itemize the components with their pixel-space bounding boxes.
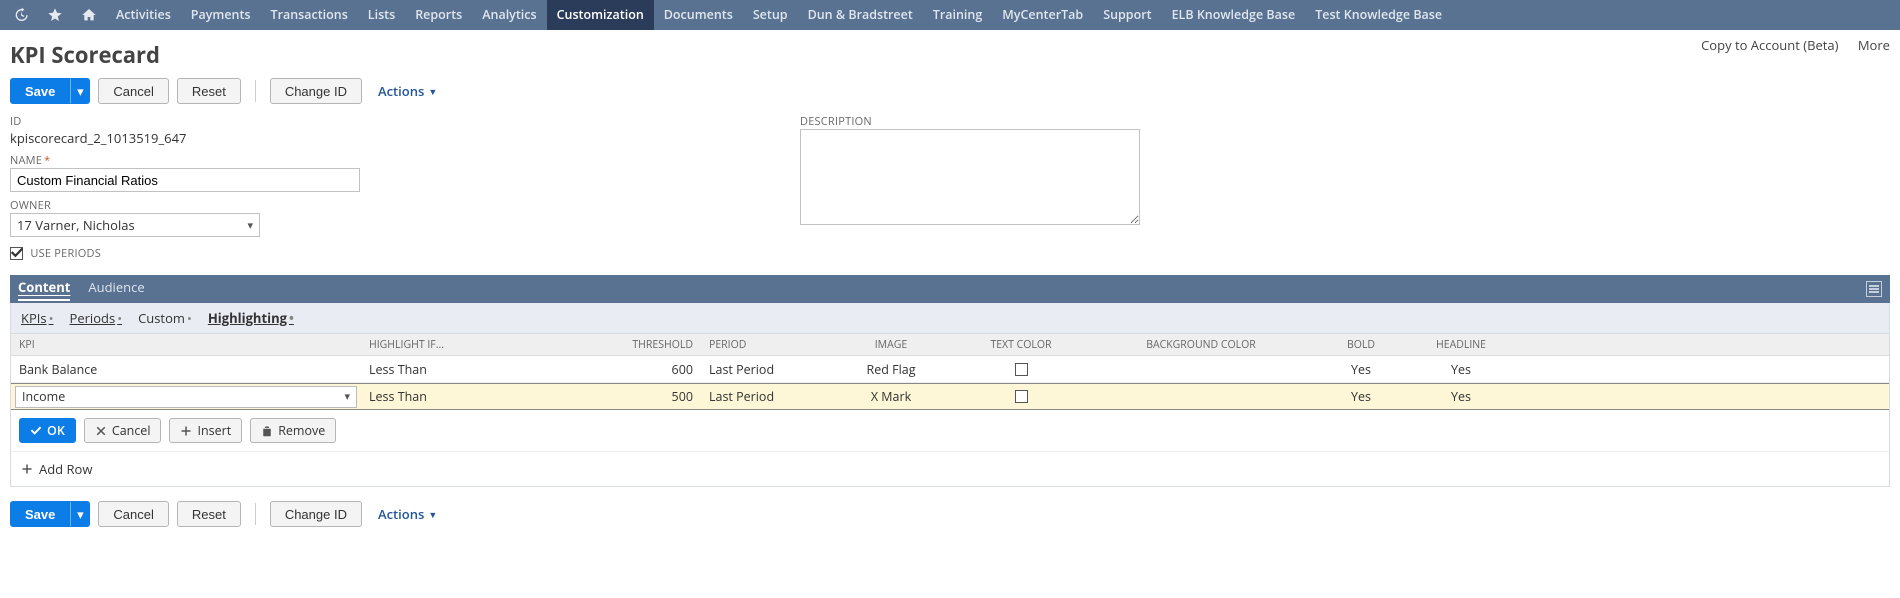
nav-mycentertab[interactable]: MyCenterTab: [992, 0, 1093, 30]
home-icon[interactable]: [72, 0, 106, 30]
name-field[interactable]: [10, 168, 360, 192]
subtab-custom[interactable]: Custom•: [138, 309, 192, 327]
save-dropdown-bottom[interactable]: ▾: [70, 501, 90, 527]
subtab-kpis[interactable]: KPIs•: [21, 309, 54, 327]
cell-highlight-if: Less Than: [361, 361, 611, 378]
col-threshold: THRESHOLD: [611, 338, 701, 352]
row-ok-button[interactable]: OK: [19, 418, 76, 443]
nav-documents[interactable]: Documents: [654, 0, 743, 30]
grid-row[interactable]: Bank Balance Less Than 600 Last Period R…: [11, 356, 1889, 383]
nav-customization[interactable]: Customization: [547, 0, 654, 30]
col-headline: HEADLINE: [1411, 338, 1511, 352]
name-label: NAME*: [10, 153, 780, 168]
form: ID kpiscorecard_2_1013519_647 NAME* OWNE…: [10, 114, 1890, 267]
cell-image: Red Flag: [831, 361, 951, 378]
cell-headline[interactable]: Yes: [1411, 388, 1511, 405]
row-remove-button[interactable]: Remove: [250, 418, 336, 443]
owner-label: OWNER: [10, 198, 780, 213]
id-value: kpiscorecard_2_1013519_647: [10, 129, 780, 147]
col-period: PERIOD: [701, 338, 831, 352]
highlighting-grid: KPI HIGHLIGHT IF... THRESHOLD PERIOD IMA…: [10, 334, 1890, 487]
description-label: DESCRIPTION: [800, 114, 1140, 129]
row-insert-button[interactable]: Insert: [169, 418, 242, 443]
nav-test-kb[interactable]: Test Knowledge Base: [1305, 0, 1452, 30]
cell-headline: Yes: [1411, 361, 1511, 378]
grid-header: KPI HIGHLIGHT IF... THRESHOLD PERIOD IMA…: [11, 334, 1889, 356]
cell-text-color: [951, 363, 1091, 376]
col-text-color: TEXT COLOR: [951, 338, 1091, 352]
subtab-bar: KPIs• Periods• Custom• Highlighting•: [10, 303, 1890, 334]
use-periods-checkbox[interactable]: [10, 247, 23, 260]
actions-menu-bottom[interactable]: Actions▼: [378, 505, 437, 523]
text-color-checkbox[interactable]: [1015, 363, 1028, 376]
actions-menu[interactable]: Actions▼: [378, 82, 437, 100]
nav-payments[interactable]: Payments: [181, 0, 261, 30]
nav-training[interactable]: Training: [923, 0, 993, 30]
cell-image[interactable]: X Mark: [831, 388, 951, 405]
subtab-periods[interactable]: Periods•: [70, 309, 123, 327]
description-field[interactable]: [800, 129, 1140, 225]
top-navigation: Activities Payments Transactions Lists R…: [0, 0, 1900, 30]
copy-to-account-link[interactable]: Copy to Account (Beta): [1701, 36, 1838, 54]
toolbar-separator: [255, 503, 256, 525]
row-action-bar: OK Cancel Insert Remove: [11, 410, 1889, 452]
grid-row-editing[interactable]: Income Less Than 500 Last Period X Mark …: [11, 383, 1889, 410]
nav-transactions[interactable]: Transactions: [261, 0, 358, 30]
cell-text-color: [951, 390, 1091, 403]
cell-highlight-if[interactable]: Less Than: [361, 388, 611, 405]
save-button-bottom[interactable]: Save: [10, 501, 70, 527]
cell-threshold[interactable]: 500: [611, 388, 701, 405]
use-periods-label: USE PERIODS: [30, 246, 101, 261]
nav-elb-kb[interactable]: ELB Knowledge Base: [1162, 0, 1306, 30]
cell-threshold: 600: [611, 361, 701, 378]
cancel-button[interactable]: Cancel: [98, 78, 168, 104]
toolbar-separator: [255, 80, 256, 102]
cell-bold: Yes: [1311, 361, 1411, 378]
reset-button[interactable]: Reset: [177, 78, 241, 104]
col-bold: BOLD: [1311, 338, 1411, 352]
cell-period: Last Period: [701, 361, 831, 378]
tab-content[interactable]: Content: [18, 278, 70, 301]
col-highlight-if: HIGHLIGHT IF...: [361, 338, 611, 352]
cell-kpi-input[interactable]: Income: [15, 386, 357, 408]
cell-period[interactable]: Last Period: [701, 388, 831, 405]
subtab-highlighting[interactable]: Highlighting•: [208, 309, 294, 327]
add-row-button[interactable]: Add Row: [11, 452, 1889, 486]
col-kpi: KPI: [11, 338, 361, 352]
view-switch-icon[interactable]: [1866, 281, 1882, 297]
more-link[interactable]: More: [1858, 36, 1890, 54]
nav-activities[interactable]: Activities: [106, 0, 181, 30]
star-icon[interactable]: [38, 0, 72, 30]
tab-audience[interactable]: Audience: [88, 278, 144, 301]
cell-bold[interactable]: Yes: [1311, 388, 1411, 405]
change-id-button[interactable]: Change ID: [270, 78, 362, 104]
row-cancel-button[interactable]: Cancel: [84, 418, 162, 443]
save-button[interactable]: Save: [10, 78, 70, 104]
owner-select[interactable]: 17 Varner, Nicholas: [10, 213, 260, 237]
bottom-toolbar: Save ▾ Cancel Reset Change ID Actions▼: [10, 501, 1890, 527]
change-id-button-bottom[interactable]: Change ID: [270, 501, 362, 527]
nav-analytics[interactable]: Analytics: [472, 0, 546, 30]
text-color-checkbox[interactable]: [1015, 390, 1028, 403]
save-dropdown[interactable]: ▾: [70, 78, 90, 104]
col-image: IMAGE: [831, 338, 951, 352]
top-toolbar: Save ▾ Cancel Reset Change ID Actions▼: [10, 78, 1890, 104]
section-tabbar: Content Audience: [10, 275, 1890, 303]
cell-kpi: Bank Balance: [11, 361, 361, 378]
cancel-button-bottom[interactable]: Cancel: [98, 501, 168, 527]
nav-dnb[interactable]: Dun & Bradstreet: [798, 0, 923, 30]
page-title: KPI Scorecard: [10, 40, 160, 70]
nav-setup[interactable]: Setup: [743, 0, 798, 30]
nav-support[interactable]: Support: [1093, 0, 1161, 30]
nav-reports[interactable]: Reports: [405, 0, 472, 30]
nav-lists[interactable]: Lists: [358, 0, 405, 30]
history-icon[interactable]: [4, 0, 38, 30]
col-background-color: BACKGROUND COLOR: [1091, 338, 1311, 352]
reset-button-bottom[interactable]: Reset: [177, 501, 241, 527]
id-label: ID: [10, 114, 780, 129]
